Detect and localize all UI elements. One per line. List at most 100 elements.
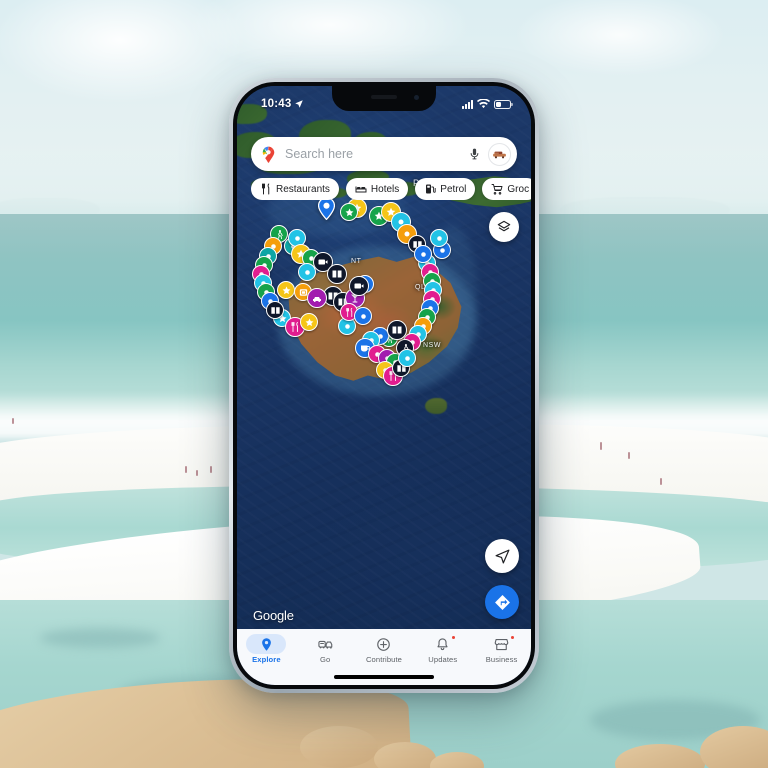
dot-icon <box>404 355 410 361</box>
beach-person <box>196 470 198 476</box>
landmass-tasmania <box>425 398 447 414</box>
category-chip-row[interactable]: Restaurants Hotels Petrol Groc <box>251 178 531 200</box>
nav-label: Go <box>320 655 331 664</box>
phone-screen: IndonesiaPapua NewGuinea NTQLDNSW 10:43 <box>237 86 531 685</box>
map-pin[interactable] <box>430 229 448 247</box>
nav-item-contribute[interactable]: Contribute <box>355 634 414 664</box>
map-pin[interactable] <box>398 349 416 367</box>
nav-icon-wrap <box>305 634 345 654</box>
star-icon <box>305 318 313 326</box>
nav-label: Contribute <box>365 655 403 664</box>
book-icon <box>332 270 342 278</box>
search-input[interactable]: Search here <box>285 147 461 161</box>
camera-icon <box>318 259 328 265</box>
phone-device: IndonesiaPapua NewGuinea NTQLDNSW 10:43 <box>229 78 539 693</box>
storefront-icon <box>494 638 509 650</box>
microphone-icon[interactable] <box>468 146 481 162</box>
chip-petrol[interactable]: Petrol <box>415 178 476 200</box>
hotel-bed-icon <box>355 186 367 193</box>
google-watermark: Google <box>253 608 294 623</box>
beach-person <box>185 466 187 473</box>
map-pin[interactable] <box>354 307 372 325</box>
beach-person <box>210 466 212 473</box>
fuel-pump-icon <box>426 184 436 194</box>
camera-icon <box>354 283 364 289</box>
map-state-label: NT <box>351 258 362 265</box>
dot-icon <box>420 251 426 257</box>
layers-icon <box>497 220 511 232</box>
chip-hotels[interactable]: Hotels <box>345 178 409 200</box>
search-bar[interactable]: Search here <box>251 137 517 171</box>
nav-item-business[interactable]: Business <box>472 634 531 664</box>
car-icon <box>313 297 321 303</box>
dot-icon <box>360 313 366 319</box>
rock <box>300 726 378 768</box>
user-avatar-icon[interactable] <box>488 142 511 166</box>
nav-icon-wrap <box>246 634 287 654</box>
chip-label: Petrol <box>440 183 467 195</box>
phone-notch <box>332 86 436 111</box>
star-icon <box>282 286 290 294</box>
shoal <box>40 628 160 648</box>
front-camera <box>414 95 419 100</box>
map-pin[interactable] <box>266 301 284 319</box>
dot-icon <box>304 269 310 275</box>
map-pin[interactable] <box>349 276 369 296</box>
map-state-label: NSW <box>423 342 442 349</box>
map-pin[interactable] <box>277 281 295 299</box>
map-pin[interactable] <box>340 203 358 221</box>
dot-icon <box>294 235 300 241</box>
star-icon <box>345 208 353 216</box>
restaurant-icon <box>262 183 270 195</box>
shopping-cart-icon <box>491 184 503 195</box>
notification-badge <box>450 635 456 640</box>
dot-icon <box>436 235 442 241</box>
beach-person <box>660 478 662 485</box>
map-pin[interactable] <box>387 320 407 340</box>
phone-bezel: IndonesiaPapua NewGuinea NTQLDNSW 10:43 <box>233 82 535 689</box>
map-pin[interactable] <box>414 245 432 263</box>
map-pin-icon <box>262 637 271 651</box>
chip-restaurants[interactable]: Restaurants <box>251 178 339 200</box>
plus-circle-icon <box>377 637 391 651</box>
beach-person <box>600 442 602 450</box>
directions-diamond-icon <box>494 594 510 610</box>
chip-label: Hotels <box>370 183 400 195</box>
book-icon <box>270 306 280 314</box>
battery-icon <box>494 99 513 109</box>
nav-icon-wrap <box>423 634 463 654</box>
home-indicator <box>334 675 434 679</box>
earpiece-speaker <box>371 95 397 99</box>
map-pin-teardrop[interactable] <box>317 197 336 221</box>
dot-icon <box>344 323 350 329</box>
beach-person <box>12 418 14 424</box>
beach-person <box>628 452 630 459</box>
directions-button[interactable] <box>485 585 519 619</box>
location-arrow-icon <box>295 100 304 108</box>
wifi-icon <box>477 99 490 109</box>
status-indicators <box>462 99 513 109</box>
map-pin[interactable] <box>300 313 318 331</box>
navigation-arrow-icon <box>495 549 509 563</box>
map-layers-button[interactable] <box>489 212 519 242</box>
clock-text: 10:43 <box>261 98 292 110</box>
nav-item-updates[interactable]: Updates <box>413 634 472 664</box>
book-icon <box>392 326 402 334</box>
chip-label: Restaurants <box>276 183 330 195</box>
cellular-signal-icon <box>462 99 473 109</box>
nav-item-explore[interactable]: Explore <box>237 634 296 664</box>
map-pin[interactable] <box>298 263 316 281</box>
my-location-button[interactable] <box>485 539 519 573</box>
map-pin[interactable] <box>327 264 347 284</box>
nav-item-go[interactable]: Go <box>296 634 355 664</box>
nav-label: Business <box>485 655 518 664</box>
nav-label: Explore <box>252 655 281 664</box>
fork-icon <box>345 307 352 317</box>
chip-groc[interactable]: Groc <box>482 178 531 200</box>
chip-label: Groc <box>507 183 530 195</box>
map-pin[interactable] <box>307 288 327 308</box>
nav-label: Updates <box>428 655 458 664</box>
google-maps-pin-icon <box>262 146 275 163</box>
nav-icon-wrap <box>482 634 522 654</box>
commute-icon <box>318 640 332 649</box>
